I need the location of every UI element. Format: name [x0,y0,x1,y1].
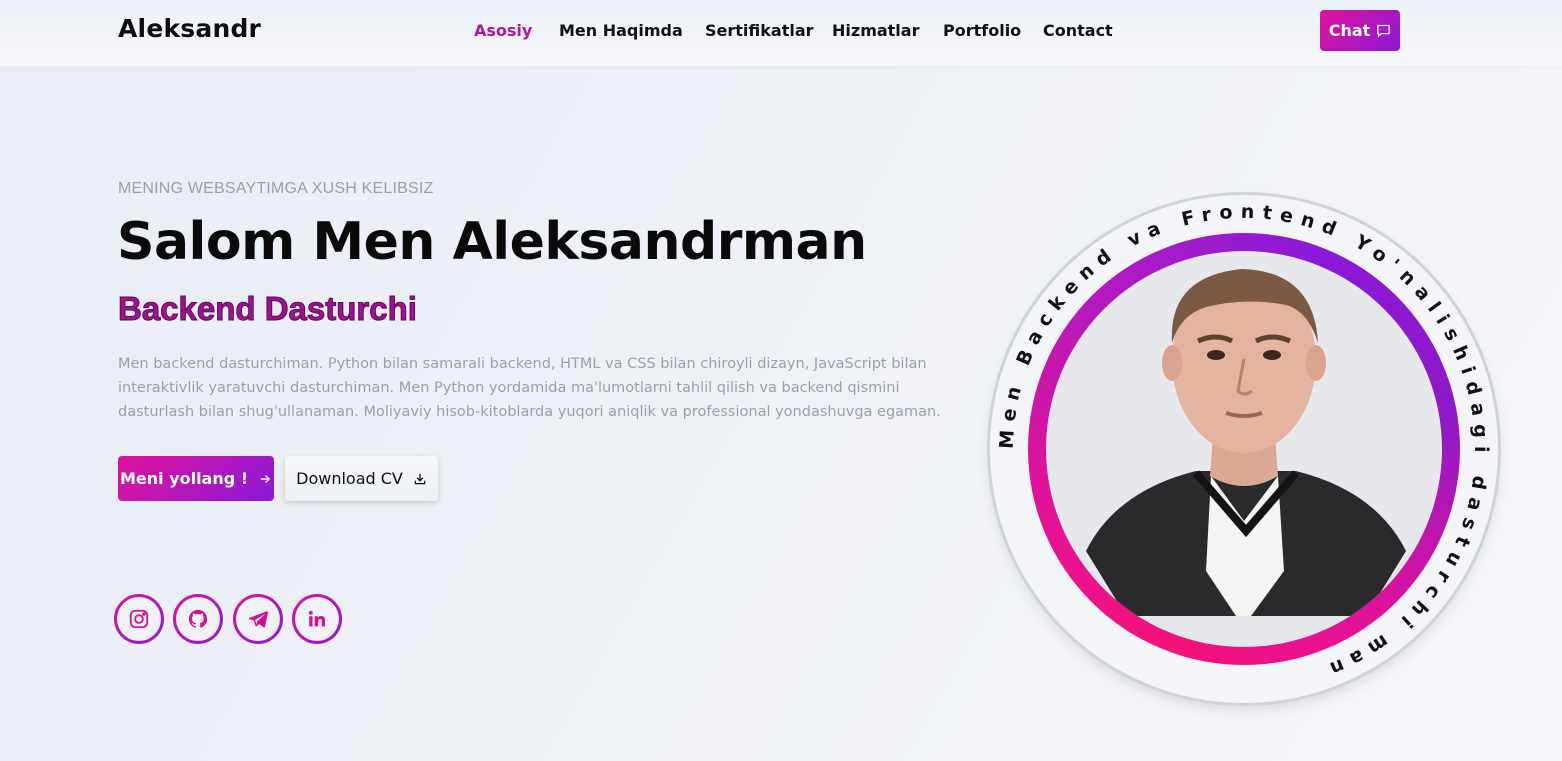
chat-button-label: Chat [1328,21,1371,40]
svg-text:Men Backend va Frontend Yo'nal: Men Backend va Frontend Yo'nalishidagi d… [996,201,1493,683]
nav-link-men-haqimda[interactable]: Men Haqimda [559,21,683,40]
telegram-icon [248,611,268,628]
nav-link-contact[interactable]: Contact [1043,21,1113,40]
download-cv-button[interactable]: Download CV [285,456,438,501]
chat-icon [1377,24,1391,38]
navbar: Aleksandr Asosiy Men Haqimda Sertifikatl… [0,0,1562,66]
instagram-icon [129,609,149,629]
arrow-right-icon [260,474,271,483]
hero-description: Men backend dasturchiman. Python bilan s… [118,356,941,420]
circular-caption: Men Backend va Frontend Yo'nalishidagi d… [996,201,1493,683]
telegram-link[interactable] [233,594,283,644]
github-icon [188,609,208,628]
linkedin-icon [308,610,326,627]
profile-image-frame: Men Backend va Frontend Yo'nalishidagi d… [990,195,1498,703]
hire-me-label: Meni yollang ! [119,469,249,488]
site-logo[interactable]: Aleksandr [118,14,261,43]
welcome-text: MENING WEBSAYTIMGA XUSH KELIBSIZ [118,180,434,197]
chat-button[interactable]: Chat [1320,10,1400,51]
nav-link-asosiy[interactable]: Asosiy [474,21,532,40]
instagram-link[interactable] [114,594,164,644]
hero-role: Backend Dasturchi [118,290,418,328]
linkedin-link[interactable] [292,594,342,644]
download-cv-label: Download CV [296,469,403,488]
circular-caption-text: Men Backend va Frontend Yo'nalishidagi d… [996,201,1485,683]
hero-title: Salom Men Aleksandrman [117,212,867,272]
github-link[interactable] [173,594,223,644]
nav-link-hizmatlar[interactable]: Hizmatlar [832,21,919,40]
hire-me-button[interactable]: Meni yollang ! [118,456,274,501]
nav-link-sertifikatlar[interactable]: Sertifikatlar [705,21,814,40]
nav-link-portfolio[interactable]: Portfolio [943,21,1021,40]
download-icon [414,473,426,484]
